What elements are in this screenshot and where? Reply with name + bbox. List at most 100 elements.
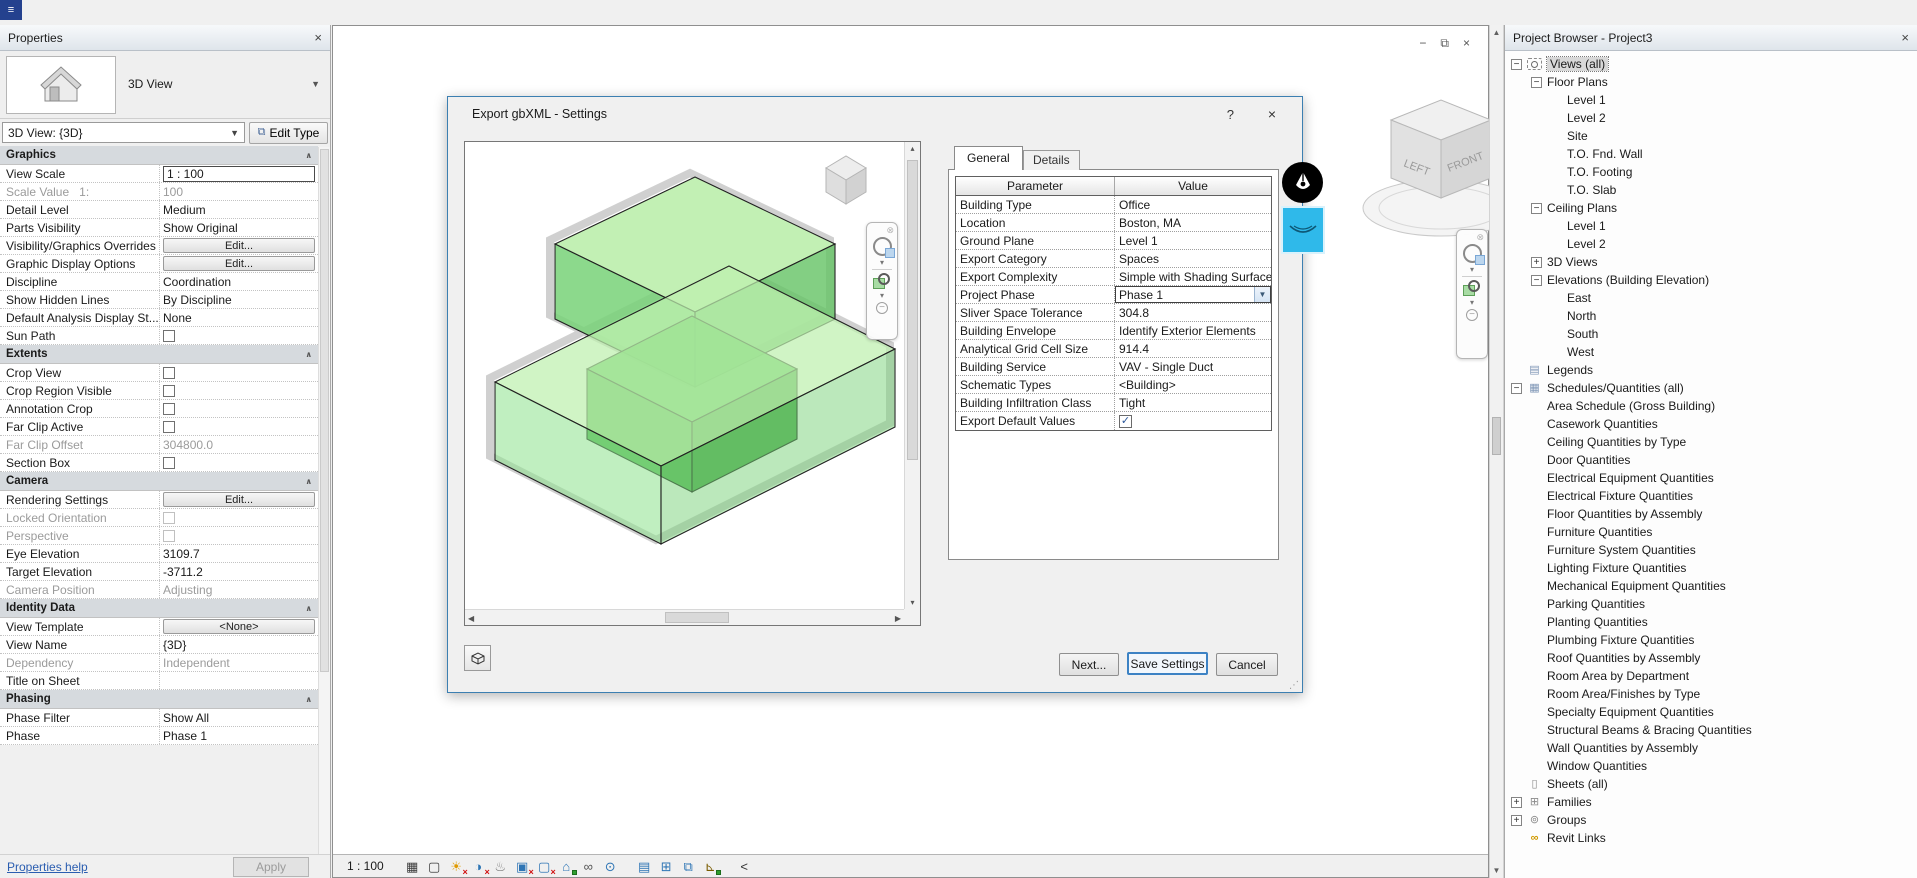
- tree-item-parking-quantities[interactable]: Parking Quantities: [1505, 595, 1917, 613]
- edit-type-button[interactable]: ⧉ Edit Type: [249, 121, 328, 144]
- close-icon[interactable]: ⊗: [886, 226, 894, 235]
- tree-item-north[interactable]: North: [1505, 307, 1917, 325]
- tree-expander-minus[interactable]: −: [1531, 202, 1542, 214]
- tab-details[interactable]: Details: [1023, 150, 1080, 170]
- tree-item-south[interactable]: South: [1505, 325, 1917, 343]
- property-value[interactable]: Edit...: [160, 255, 318, 272]
- property-value[interactable]: 100: [160, 183, 318, 200]
- tree-item-furniture-system-quantities[interactable]: Furniture System Quantities: [1505, 541, 1917, 559]
- property-value[interactable]: Edit...: [160, 237, 318, 254]
- cyan-overlay-button[interactable]: [1283, 208, 1323, 252]
- tree-item-ceiling-plans[interactable]: − Ceiling Plans: [1505, 199, 1917, 217]
- property-value[interactable]: [160, 509, 318, 526]
- parameter-value[interactable]: Tight: [1115, 394, 1271, 411]
- tree-item-floor-quantities-by-assembly[interactable]: Floor Quantities by Assembly: [1505, 505, 1917, 523]
- parameter-value[interactable]: 304.8: [1115, 304, 1271, 321]
- chevron-down-icon[interactable]: ▾: [1470, 299, 1474, 307]
- type-selector[interactable]: 3D View ▼: [0, 51, 330, 119]
- tree-item-schedules-quantities-all[interactable]: − ▦ Schedules/Quantities (all): [1505, 379, 1917, 397]
- tree-item-window-quantities[interactable]: Window Quantities: [1505, 757, 1917, 775]
- edit-button[interactable]: Edit...: [163, 492, 315, 507]
- reveal-constraints-icon[interactable]: ⊾: [702, 858, 721, 875]
- checkbox[interactable]: [163, 384, 175, 397]
- preview-viewcube[interactable]: [812, 150, 876, 212]
- tree-item-area-schedule-gross-building[interactable]: Area Schedule (Gross Building): [1505, 397, 1917, 415]
- checkbox[interactable]: [163, 402, 175, 415]
- cancel-button[interactable]: Cancel: [1216, 653, 1278, 676]
- view-template-button[interactable]: <None>: [163, 619, 315, 634]
- collapse-chevron-icon[interactable]: ∧: [306, 604, 313, 613]
- shadows-icon[interactable]: ◑ ×: [470, 858, 489, 877]
- lock-3d-view-icon[interactable]: ⌂: [558, 858, 577, 875]
- parameter-value[interactable]: Identify Exterior Elements: [1115, 322, 1271, 339]
- detail-level-icon[interactable]: ▦: [404, 858, 421, 875]
- export-defaults-checkbox[interactable]: ✓: [1119, 414, 1132, 428]
- parameter-value[interactable]: Spaces: [1115, 250, 1271, 267]
- analytical-model-icon[interactable]: ⊞: [658, 858, 675, 875]
- checkbox[interactable]: [163, 511, 175, 524]
- collapse-icon[interactable]: −: [876, 302, 888, 314]
- scroll-right-icon[interactable]: ▶: [895, 614, 901, 623]
- close-icon[interactable]: ×: [1268, 106, 1276, 122]
- property-value[interactable]: 1 : 100: [160, 165, 318, 182]
- property-value[interactable]: [160, 454, 318, 471]
- zoom-region-icon[interactable]: [1462, 280, 1482, 296]
- edit-button[interactable]: Edit...: [163, 256, 315, 271]
- checkbox[interactable]: [163, 329, 175, 342]
- scroll-up-icon[interactable]: ▴: [905, 144, 920, 153]
- tree-item-level-2[interactable]: Level 2: [1505, 109, 1917, 127]
- property-value[interactable]: {3D}: [160, 636, 318, 653]
- minimize-icon[interactable]: −: [1419, 36, 1426, 51]
- restore-icon[interactable]: ⧉: [1440, 36, 1449, 51]
- next-button[interactable]: Next...: [1059, 653, 1119, 676]
- project-phase-combobox[interactable]: Phase 1 ▼: [1115, 286, 1271, 303]
- crop-view-icon[interactable]: ▣ ×: [514, 858, 534, 877]
- steering-wheel-icon[interactable]: [1462, 244, 1485, 265]
- tree-item-lighting-fixture-quantities[interactable]: Lighting Fixture Quantities: [1505, 559, 1917, 577]
- checkbox[interactable]: [163, 456, 175, 469]
- tree-item-elevations-building-elevation[interactable]: − Elevations (Building Elevation): [1505, 271, 1917, 289]
- edit-button[interactable]: Edit...: [163, 238, 315, 253]
- navigation-bar[interactable]: ⊗ ▾ ▾ −: [1456, 229, 1488, 359]
- property-value[interactable]: Phase 1: [160, 727, 318, 744]
- tree-item-floor-plans[interactable]: − Floor Plans: [1505, 73, 1917, 91]
- canvas-scrollbar[interactable]: ▲ ▼: [1489, 25, 1504, 878]
- tree-item-revit-links[interactable]: ∞ Revit Links: [1505, 829, 1917, 847]
- save-settings-button[interactable]: Save Settings: [1127, 652, 1208, 675]
- property-value[interactable]: 304800.0: [160, 436, 318, 453]
- chevron-down-icon[interactable]: ▾: [880, 292, 884, 300]
- pen-tool-overlay-button[interactable]: [1282, 162, 1323, 203]
- property-value[interactable]: None: [160, 309, 318, 326]
- preview-vertical-scrollbar[interactable]: ▴ ▾: [904, 142, 920, 609]
- tree-item-sheets-all[interactable]: ▯ Sheets (all): [1505, 775, 1917, 793]
- temporary-hide-isolate-icon[interactable]: ∞: [580, 858, 597, 875]
- chevron-down-icon[interactable]: ▼: [230, 128, 239, 138]
- sun-path-icon[interactable]: ☀ ×: [448, 858, 467, 877]
- visual-style-icon[interactable]: ▢: [426, 858, 443, 875]
- tree-expander-plus[interactable]: +: [1511, 796, 1522, 808]
- tree-item-furniture-quantities[interactable]: Furniture Quantities: [1505, 523, 1917, 541]
- property-value[interactable]: [160, 527, 318, 544]
- tree-item-families[interactable]: + ⊞ Families: [1505, 793, 1917, 811]
- tree-item-3d-views[interactable]: +3D Views: [1505, 253, 1917, 271]
- displacement-sets-icon[interactable]: ⧉: [680, 858, 697, 875]
- preview-isometric-button[interactable]: [464, 645, 491, 671]
- properties-help-link[interactable]: Properties help: [7, 860, 88, 874]
- property-value[interactable]: [160, 418, 318, 435]
- property-value[interactable]: -3711.2: [160, 563, 318, 580]
- app-menu-icon[interactable]: ≡: [0, 0, 22, 20]
- parameter-value[interactable]: 914.4: [1115, 340, 1271, 357]
- property-value[interactable]: [160, 327, 318, 344]
- property-value[interactable]: Adjusting: [160, 581, 318, 598]
- tree-item-ceiling-quantities-by-type[interactable]: Ceiling Quantities by Type: [1505, 433, 1917, 451]
- property-value[interactable]: [160, 382, 318, 399]
- scrollbar-thumb[interactable]: [907, 160, 918, 460]
- property-value-input[interactable]: 1 : 100: [163, 165, 315, 182]
- parameter-value[interactable]: Phase 1 ▼: [1115, 286, 1271, 303]
- tree-item-level-2[interactable]: Level 2: [1505, 235, 1917, 253]
- section-header-extents[interactable]: Extents ∧: [0, 345, 318, 364]
- close-icon[interactable]: ⊗: [1476, 233, 1484, 242]
- section-header-phasing[interactable]: Phasing ∧: [0, 690, 318, 709]
- preview-navigation-bar[interactable]: ⊗ ▾ ▾ −: [866, 222, 898, 340]
- tree-item-electrical-fixture-quantities[interactable]: Electrical Fixture Quantities: [1505, 487, 1917, 505]
